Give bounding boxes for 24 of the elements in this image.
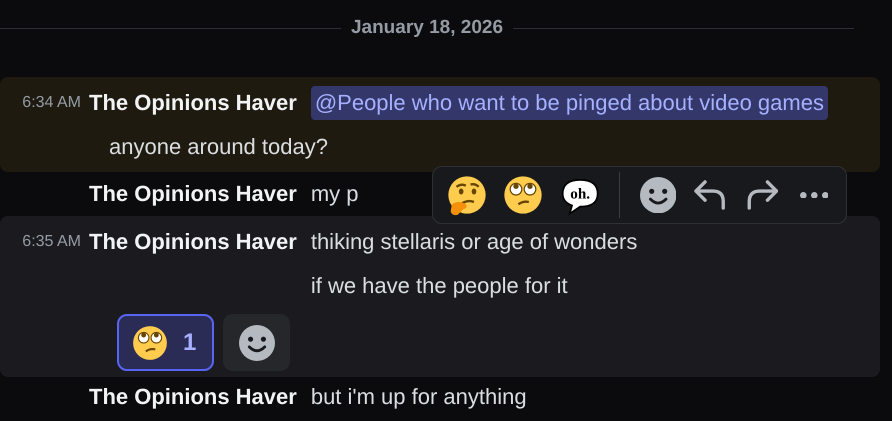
author-name[interactable]: The Opinions Haver — [89, 81, 297, 125]
author-name[interactable]: The Opinions Haver — [89, 220, 297, 264]
thinking-emoji-icon — [446, 174, 488, 216]
timestamp: 6:34 AM — [21, 93, 82, 113]
author-name[interactable]: The Opinions Haver — [89, 172, 297, 216]
reaction-button[interactable]: 1 — [117, 314, 214, 371]
message-text: but i'm up for anything — [310, 383, 527, 411]
role-mention[interactable]: @People who want to be pinged about video games — [310, 86, 828, 120]
quick-reaction-button[interactable]: oh. — [555, 173, 603, 217]
forward-icon — [746, 180, 778, 210]
smiley-icon — [238, 324, 275, 360]
more-icon — [800, 192, 828, 198]
emoji-label: oh. — [570, 186, 590, 202]
author-name[interactable]: The Opinions Haver — [89, 381, 297, 413]
timestamp: 6:35 AM — [21, 232, 82, 252]
message-text: anyone around today? — [109, 133, 328, 161]
date-divider: January 18, 2026 — [350, 17, 504, 39]
smiley-icon — [640, 176, 676, 214]
add-reaction-button[interactable] — [223, 314, 290, 371]
rolling-eyes-emoji-icon — [131, 324, 169, 362]
message-text: thiking stellaris or age of wonders if we have the people for it — [310, 228, 638, 300]
rolling-eyes-emoji-icon — [502, 174, 544, 216]
message-text: my p — [310, 180, 359, 208]
reply-icon — [694, 180, 726, 210]
